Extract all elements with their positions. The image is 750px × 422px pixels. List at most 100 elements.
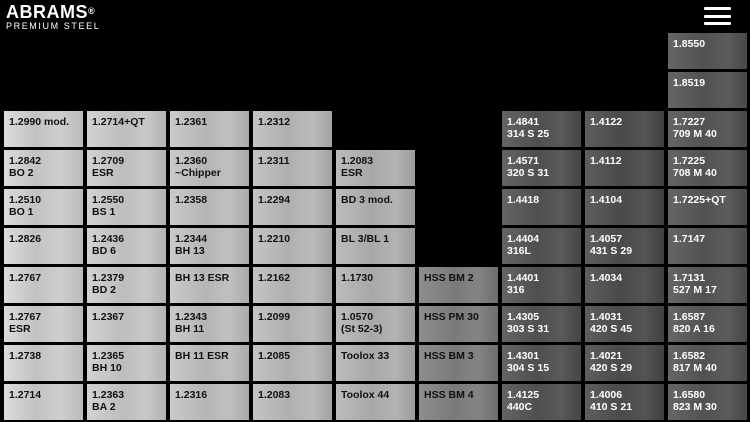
grade-number: 1.4571 <box>507 155 540 167</box>
steel-grade-tile[interactable]: 1.4006 410 S 21 <box>585 384 664 420</box>
steel-grade-tile[interactable]: 1.4305 303 S 31 <box>502 306 581 342</box>
steel-grade-tile[interactable]: 1.2714+QT <box>87 111 166 147</box>
grade-number: 1.8550 <box>673 38 706 50</box>
steel-grade-tile[interactable]: 1.2767 <box>4 267 83 303</box>
steel-grade-tile[interactable]: 1.4301 304 S 15 <box>502 345 581 381</box>
steel-grade-tile[interactable]: 1.2990 mod. <box>4 111 83 147</box>
grade-alias: (St 52-3) <box>341 323 383 335</box>
steel-grade-tile[interactable]: 1.2316 <box>170 384 249 420</box>
steel-grade-tile[interactable]: Toolox 44 <box>336 384 415 420</box>
grade-number: 1.8519 <box>673 77 706 89</box>
steel-grade-tile[interactable]: 1.2367 <box>87 306 166 342</box>
steel-grade-tile[interactable]: HSS BM 4 <box>419 384 498 420</box>
steel-grade-tile[interactable]: 1.4122 <box>585 111 664 147</box>
steel-grade-tile[interactable]: 1.4571 320 S 31 <box>502 150 581 186</box>
grade-number: 1.2550 <box>92 194 125 206</box>
grade-number: 1.2162 <box>258 272 291 284</box>
steel-grade-tile[interactable]: 1.4404 316L <box>502 228 581 264</box>
steel-grade-tile[interactable]: 1.2767 ESR <box>4 306 83 342</box>
grade-number: 1.6580 <box>673 389 706 401</box>
steel-grade-tile[interactable]: 1.2083 <box>253 384 332 420</box>
steel-grade-tile[interactable]: 1.4057 431 S 29 <box>585 228 664 264</box>
grade-number: BH 11 ESR <box>175 350 229 362</box>
steel-grade-tile[interactable]: 1.2294 <box>253 189 332 225</box>
steel-grade-tile[interactable]: HSS BM 3 <box>419 345 498 381</box>
grade-alias: 304 S 15 <box>507 362 550 374</box>
steel-grade-tile[interactable]: 1.2343 BH 11 <box>170 306 249 342</box>
steel-grade-tile[interactable]: 1.2842 BO 2 <box>4 150 83 186</box>
grade-alias: 440C <box>507 401 533 413</box>
steel-grade-tile[interactable]: 1.6587 820 A 16 <box>668 306 747 342</box>
steel-grade-tile[interactable]: 1.2361 <box>170 111 249 147</box>
steel-grade-tile[interactable]: 1.2510 BO 1 <box>4 189 83 225</box>
steel-grade-tile[interactable]: 1.2312 <box>253 111 332 147</box>
grade-number: 1.4125 <box>507 389 540 401</box>
steel-grade-tile[interactable]: 1.2083 ESR <box>336 150 415 186</box>
grade-number: 1.2714 <box>9 389 42 401</box>
steel-grade-tile[interactable]: 1.2085 <box>253 345 332 381</box>
grade-number: 1.2099 <box>258 311 291 323</box>
grade-alias: BH 13 <box>175 245 205 257</box>
steel-grade-tile[interactable]: 1.4021 420 S 29 <box>585 345 664 381</box>
steel-grade-tile[interactable]: 1.6582 817 M 40 <box>668 345 747 381</box>
grade-number: 1.4006 <box>590 389 623 401</box>
steel-grade-tile[interactable]: BH 11 ESR <box>170 345 249 381</box>
steel-grade-tile[interactable]: 1.7147 <box>668 228 747 264</box>
grade-number: 1.2343 <box>175 311 208 323</box>
steel-grade-tile[interactable]: 1.8519 <box>668 72 747 108</box>
grade-alias: 320 S 31 <box>507 167 550 179</box>
hamburger-menu-icon[interactable] <box>704 7 731 25</box>
steel-grade-tile[interactable]: 1.8550 <box>668 33 747 69</box>
grade-number: 1.2210 <box>258 233 291 245</box>
steel-grade-tile[interactable]: 1.4418 <box>502 189 581 225</box>
grade-alias: 709 M 40 <box>673 128 717 140</box>
steel-grade-tile[interactable]: 1.2709 ESR <box>87 150 166 186</box>
steel-grade-tile[interactable]: HSS BM 2 <box>419 267 498 303</box>
steel-grade-tile[interactable]: 1.4104 <box>585 189 664 225</box>
menu-bar <box>704 22 731 25</box>
steel-grade-tile[interactable]: 1.6580 823 M 30 <box>668 384 747 420</box>
steel-grade-tile[interactable]: 1.2550 BS 1 <box>87 189 166 225</box>
steel-grade-tile[interactable]: 1.0570 (St 52-3) <box>336 306 415 342</box>
grade-number: 1.2316 <box>175 389 208 401</box>
steel-grade-tile[interactable]: 1.4112 <box>585 150 664 186</box>
steel-grade-tile[interactable]: BL 3/BL 1 <box>336 228 415 264</box>
grade-number: 1.4057 <box>590 233 623 245</box>
steel-grade-tile[interactable]: 1.7225+QT <box>668 189 747 225</box>
steel-grade-tile[interactable]: 1.2162 <box>253 267 332 303</box>
grade-number: 1.2842 <box>9 155 42 167</box>
steel-grade-tile[interactable]: BH 13 ESR <box>170 267 249 303</box>
steel-grade-tile[interactable]: 1.2344 BH 13 <box>170 228 249 264</box>
steel-grade-tile[interactable]: 1.4125 440C <box>502 384 581 420</box>
steel-grade-tile[interactable]: 1.7131 527 M 17 <box>668 267 747 303</box>
steel-grade-tile[interactable]: 1.4031 420 S 45 <box>585 306 664 342</box>
steel-grade-tile[interactable]: 1.2826 <box>4 228 83 264</box>
steel-grade-tile[interactable]: HSS PM 30 <box>419 306 498 342</box>
steel-grade-tile[interactable]: 1.4401 316 <box>502 267 581 303</box>
grade-alias: BH 11 <box>175 323 205 335</box>
steel-grade-tile[interactable]: 1.2379 BD 2 <box>87 267 166 303</box>
steel-grade-tile[interactable]: 1.1730 <box>336 267 415 303</box>
grade-number: 1.2990 mod. <box>9 116 70 128</box>
grade-number: 1.2358 <box>175 194 208 206</box>
steel-grade-tile[interactable]: 1.2099 <box>253 306 332 342</box>
steel-grade-tile[interactable]: 1.2311 <box>253 150 332 186</box>
steel-grade-tile[interactable]: 1.2358 <box>170 189 249 225</box>
steel-grade-tile[interactable]: 1.2363 BA 2 <box>87 384 166 420</box>
grade-number: 1.4122 <box>590 116 623 128</box>
steel-grade-tile[interactable]: 1.2365 BH 10 <box>87 345 166 381</box>
steel-grade-tile[interactable]: 1.2738 <box>4 345 83 381</box>
steel-grade-tile[interactable]: 1.2210 <box>253 228 332 264</box>
steel-grade-tile[interactable]: 1.2360 ~Chipper <box>170 150 249 186</box>
steel-grade-tile[interactable]: 1.4841 314 S 25 <box>502 111 581 147</box>
grade-number: 1.2311 <box>258 155 290 167</box>
steel-grade-tile[interactable]: 1.2436 BD 6 <box>87 228 166 264</box>
steel-grade-tile[interactable]: Toolox 33 <box>336 345 415 381</box>
steel-grade-tile[interactable]: 1.4034 <box>585 267 664 303</box>
steel-grade-tile[interactable]: 1.7227 709 M 40 <box>668 111 747 147</box>
steel-grade-tile[interactable]: 1.7225 708 M 40 <box>668 150 747 186</box>
grade-number: 1.2083 <box>258 389 291 401</box>
brand-text: ABRAMS <box>6 2 88 22</box>
steel-grade-tile[interactable]: BD 3 mod. <box>336 189 415 225</box>
steel-grade-tile[interactable]: 1.2714 <box>4 384 83 420</box>
